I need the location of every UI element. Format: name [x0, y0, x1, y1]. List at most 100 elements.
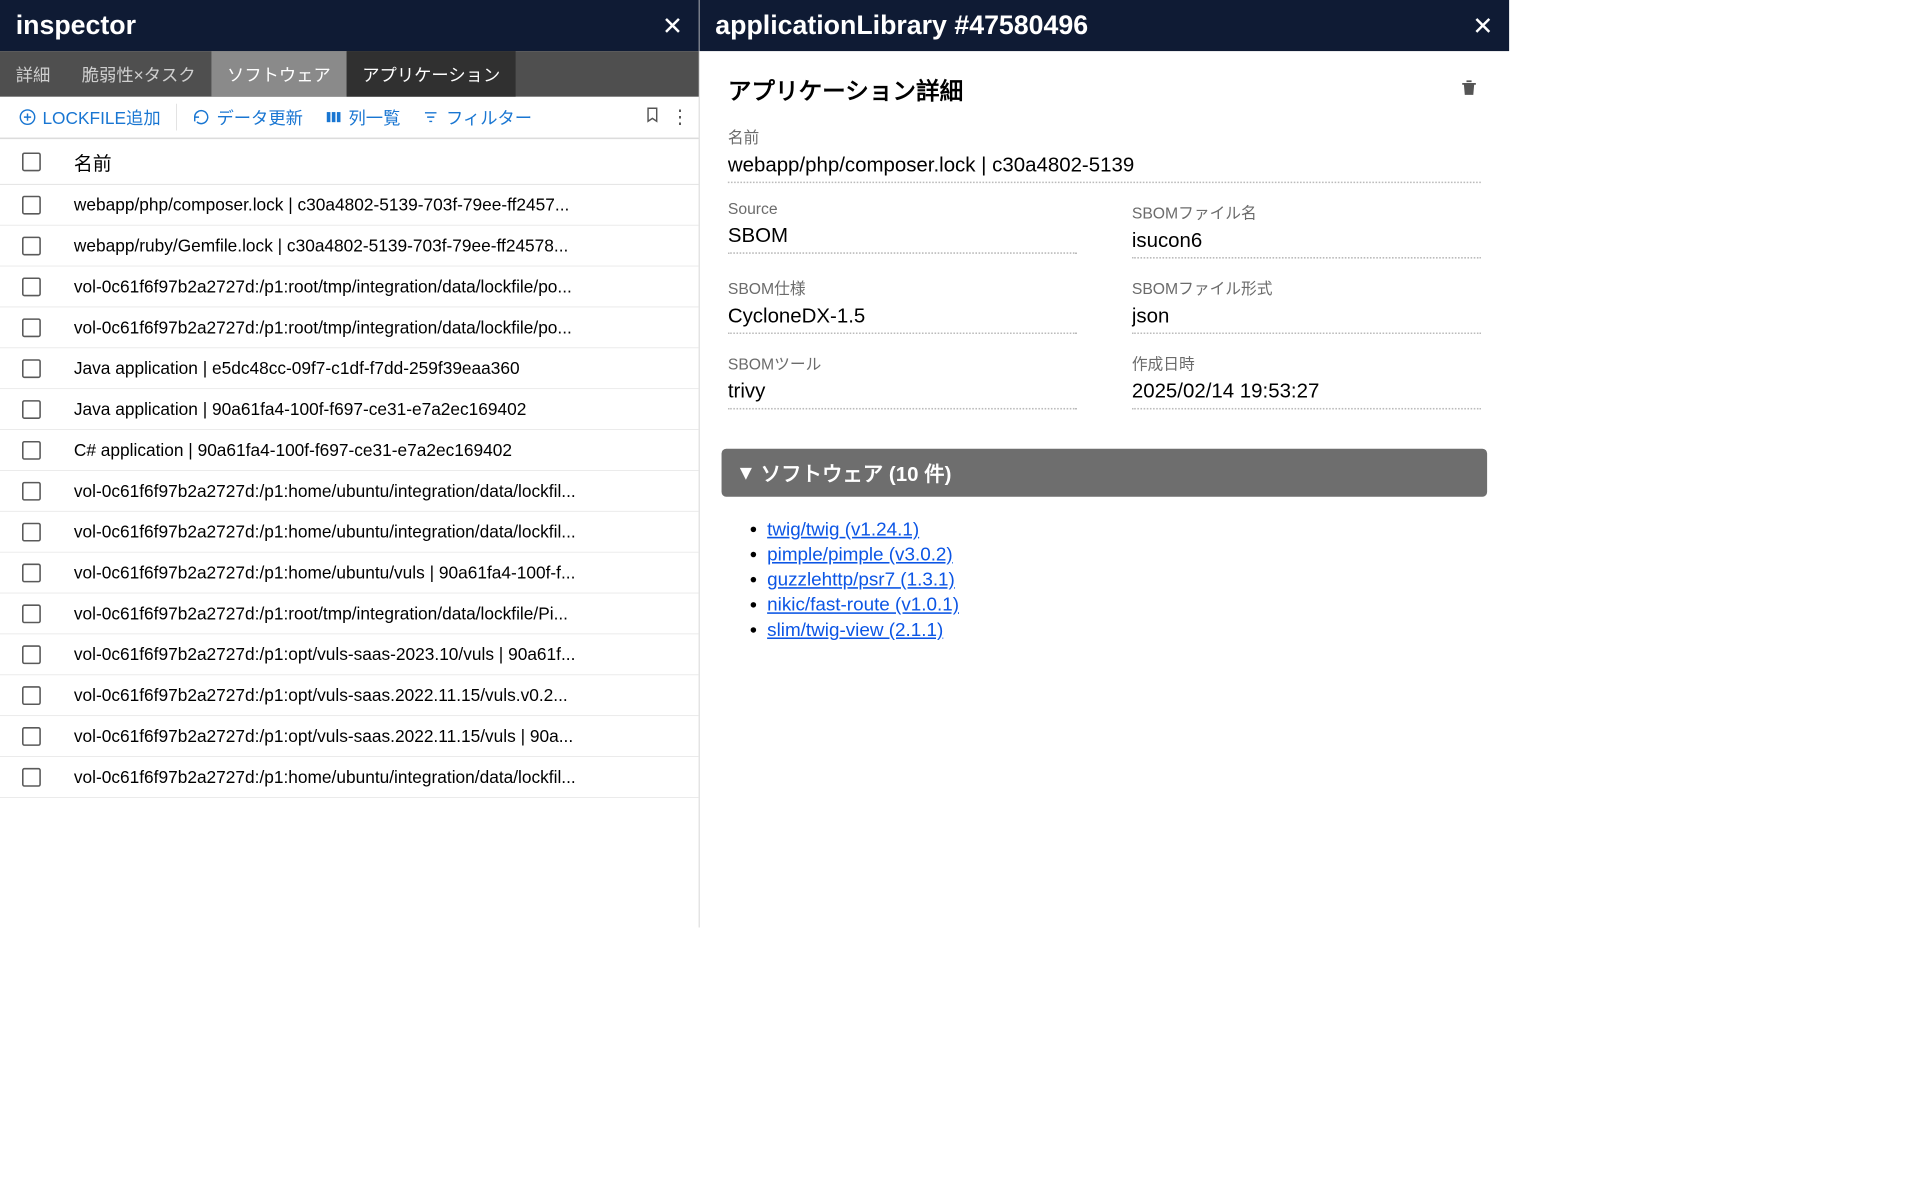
inspector-header: inspector ✕: [0, 0, 699, 51]
field-value: isucon6: [1132, 228, 1481, 259]
row-checkbox[interactable]: [22, 727, 41, 746]
refresh-icon: [193, 108, 210, 125]
row-name: vol-0c61f6f97b2a2727d:/p1:opt/vuls-saas.…: [63, 726, 699, 746]
field-sbom-fmt: SBOMファイル形式 json: [1132, 276, 1481, 334]
field-value: CycloneDX-1.5: [728, 303, 1077, 334]
checkbox-cell: [0, 645, 63, 664]
add-lockfile-label: LOCKFILE追加: [42, 105, 160, 130]
table-row[interactable]: vol-0c61f6f97b2a2727d:/p1:home/ubuntu/in…: [0, 512, 699, 553]
table-row[interactable]: vol-0c61f6f97b2a2727d:/p1:root/tmp/integ…: [0, 593, 699, 634]
columns-icon: [325, 108, 342, 125]
toolbar: LOCKFILE追加 データ更新 列一覧 フィルター ⋮: [0, 97, 699, 139]
checkbox-cell: [0, 400, 63, 419]
field-name: 名前 webapp/php/composer.lock | c30a4802-5…: [728, 125, 1481, 183]
tab-application[interactable]: アプリケーション: [347, 51, 516, 97]
field-sbom-spec: SBOM仕様 CycloneDX-1.5: [728, 276, 1077, 334]
row-name: webapp/ruby/Gemfile.lock | c30a4802-5139…: [63, 235, 699, 255]
table-row[interactable]: vol-0c61f6f97b2a2727d:/p1:home/ubuntu/in…: [0, 757, 699, 798]
software-link[interactable]: nikic/fast-route (v1.0.1): [767, 594, 959, 615]
filter-button[interactable]: フィルター: [411, 98, 543, 136]
row-name: vol-0c61f6f97b2a2727d:/p1:opt/vuls-saas-…: [63, 644, 699, 664]
tab-vuln-task[interactable]: 脆弱性×タスク: [66, 51, 211, 97]
row-checkbox[interactable]: [22, 277, 41, 296]
add-lockfile-button[interactable]: LOCKFILE追加: [8, 98, 172, 136]
row-checkbox[interactable]: [22, 686, 41, 705]
software-section-label: ソフトウェア (10 件): [761, 458, 952, 487]
table-row[interactable]: vol-0c61f6f97b2a2727d:/p1:home/ubuntu/vu…: [0, 553, 699, 594]
checkbox-cell: [0, 195, 63, 214]
field-label: 作成日時: [1132, 351, 1481, 374]
checkbox-cell: [0, 277, 63, 296]
row-checkbox[interactable]: [22, 359, 41, 378]
more-icon[interactable]: ⋮: [667, 99, 692, 134]
table-row[interactable]: vol-0c61f6f97b2a2727d:/p1:opt/vuls-saas.…: [0, 716, 699, 757]
checkbox-cell: [0, 686, 63, 705]
checkbox-cell: [0, 359, 63, 378]
row-checkbox[interactable]: [22, 645, 41, 664]
row-checkbox[interactable]: [22, 604, 41, 623]
software-link[interactable]: guzzlehttp/psr7 (1.3.1): [767, 569, 955, 590]
table-row[interactable]: vol-0c61f6f97b2a2727d:/p1:opt/vuls-saas.…: [0, 675, 699, 716]
table-row[interactable]: vol-0c61f6f97b2a2727d:/p1:opt/vuls-saas-…: [0, 634, 699, 675]
close-icon[interactable]: ✕: [662, 13, 683, 38]
field-sbom-tool: SBOMツール trivy: [728, 351, 1077, 409]
software-section-header[interactable]: ▼ ソフトウェア (10 件): [722, 449, 1488, 497]
field-value: 2025/02/14 19:53:27: [1132, 379, 1481, 410]
close-icon[interactable]: ✕: [1472, 13, 1493, 38]
software-list: twig/twig (v1.24.1) pimple/pimple (v3.0.2…: [767, 516, 1509, 645]
row-checkbox[interactable]: [22, 563, 41, 582]
row-checkbox[interactable]: [22, 481, 41, 500]
name-column-header[interactable]: 名前: [63, 148, 699, 176]
checkbox-cell: [0, 481, 63, 500]
field-label: Source: [728, 200, 1077, 218]
checkbox-cell: [0, 604, 63, 623]
table-row[interactable]: vol-0c61f6f97b2a2727d:/p1:home/ubuntu/in…: [0, 471, 699, 512]
field-label: SBOMファイル名: [1132, 200, 1481, 223]
row-name: vol-0c61f6f97b2a2727d:/p1:home/ubuntu/in…: [63, 481, 699, 501]
software-link[interactable]: pimple/pimple (v3.0.2): [767, 544, 953, 565]
table-row[interactable]: webapp/php/composer.lock | c30a4802-5139…: [0, 185, 699, 226]
table-row[interactable]: Java application | e5dc48cc-09f7-c1df-f7…: [0, 348, 699, 389]
table-header: 名前: [0, 139, 699, 185]
checkbox-cell: [0, 727, 63, 746]
row-name: vol-0c61f6f97b2a2727d:/p1:root/tmp/integ…: [63, 317, 699, 337]
row-name: vol-0c61f6f97b2a2727d:/p1:home/ubuntu/in…: [63, 767, 699, 787]
columns-button[interactable]: 列一覧: [314, 98, 411, 136]
row-checkbox[interactable]: [22, 236, 41, 255]
list-item: guzzlehttp/psr7 (1.3.1): [767, 569, 1509, 591]
filter-icon: [422, 108, 439, 125]
field-created: 作成日時 2025/02/14 19:53:27: [1132, 351, 1481, 409]
row-name: webapp/php/composer.lock | c30a4802-5139…: [63, 195, 699, 215]
table-row[interactable]: Java application | 90a61fa4-100f-f697-ce…: [0, 389, 699, 430]
refresh-button[interactable]: データ更新: [182, 98, 314, 136]
table-row[interactable]: vol-0c61f6f97b2a2727d:/p1:root/tmp/integ…: [0, 266, 699, 307]
filter-label: フィルター: [446, 105, 532, 130]
field-label: SBOM仕様: [728, 276, 1077, 299]
software-link[interactable]: twig/twig (v1.24.1): [767, 519, 919, 540]
detail-area: アプリケーション詳細 名前 webapp/php/composer.lock |…: [700, 51, 1510, 435]
trash-icon[interactable]: [1459, 76, 1481, 102]
software-link[interactable]: slim/twig-view (2.1.1): [767, 619, 943, 640]
tab-detail[interactable]: 詳細: [0, 51, 66, 97]
row-checkbox[interactable]: [22, 400, 41, 419]
row-checkbox[interactable]: [22, 522, 41, 541]
table-row[interactable]: C# application | 90a61fa4-100f-f697-ce31…: [0, 430, 699, 471]
table-row[interactable]: webapp/ruby/Gemfile.lock | c30a4802-5139…: [0, 226, 699, 267]
tab-software[interactable]: ソフトウェア: [211, 51, 346, 97]
list-item: nikic/fast-route (v1.0.1): [767, 594, 1509, 616]
bookmark-icon[interactable]: [637, 99, 667, 136]
detail-title: applicationLibrary #47580496: [715, 10, 1088, 41]
detail-panel: applicationLibrary #47580496 ✕ アプリケーション詳…: [700, 0, 1510, 927]
row-checkbox[interactable]: [22, 768, 41, 787]
row-checkbox[interactable]: [22, 195, 41, 214]
detail-header: applicationLibrary #47580496 ✕: [700, 0, 1510, 51]
list-item: slim/twig-view (2.1.1): [767, 619, 1509, 641]
list-item: twig/twig (v1.24.1): [767, 519, 1509, 541]
row-checkbox[interactable]: [22, 318, 41, 337]
checkbox-cell: [0, 522, 63, 541]
table-row[interactable]: vol-0c61f6f97b2a2727d:/p1:root/tmp/integ…: [0, 307, 699, 348]
select-all-checkbox[interactable]: [22, 152, 41, 171]
select-all-cell: [0, 152, 63, 171]
row-checkbox[interactable]: [22, 441, 41, 460]
field-label: 名前: [728, 125, 1481, 148]
